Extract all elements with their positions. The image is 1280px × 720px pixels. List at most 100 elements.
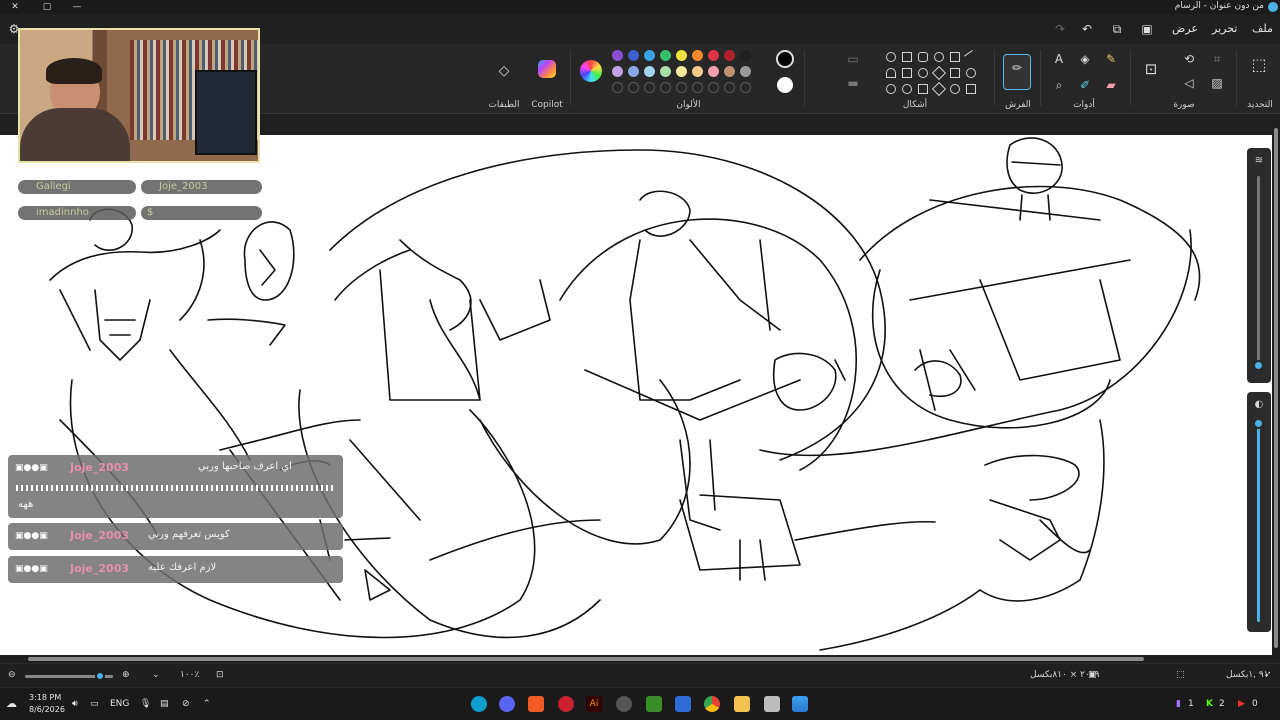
maximize-window-button[interactable]: ▢	[32, 0, 62, 14]
zoom-slider-knob[interactable]	[95, 671, 105, 681]
color-swatch[interactable]	[644, 66, 655, 77]
fill-icon[interactable]: ◈	[1076, 50, 1094, 68]
color-swatch[interactable]	[692, 66, 703, 77]
color-swatch[interactable]	[612, 50, 623, 61]
shape-star[interactable]	[966, 68, 976, 78]
terminal-icon[interactable]	[764, 696, 780, 712]
shape-triangle[interactable]	[966, 84, 976, 94]
pencil-icon[interactable]: ✎	[1102, 50, 1120, 68]
shape-circle[interactable]	[934, 52, 944, 62]
custom-color-slot[interactable]	[692, 82, 703, 93]
undo-icon[interactable]: ↶	[1079, 21, 1095, 37]
color-swatch[interactable]	[676, 50, 687, 61]
chrome-icon[interactable]	[704, 696, 720, 712]
color-picker-icon[interactable]: ✐	[1076, 76, 1094, 94]
brave-icon[interactable]	[528, 696, 544, 712]
color-swatch[interactable]	[708, 66, 719, 77]
color-swatch[interactable]	[708, 50, 719, 61]
flip-icon[interactable]: ◁	[1180, 74, 1198, 92]
file-explorer-icon[interactable]	[734, 696, 750, 712]
shape-polygon[interactable]	[950, 52, 960, 62]
shape-heart[interactable]	[902, 84, 912, 94]
menu-file[interactable]: ملف	[1252, 22, 1273, 35]
custom-color-slot[interactable]	[740, 82, 751, 93]
shape-lightning[interactable]	[918, 84, 928, 94]
brush-button[interactable]: ✏	[1003, 54, 1031, 90]
color-swatch[interactable]	[740, 50, 751, 61]
opera-icon[interactable]	[558, 696, 574, 712]
shape-hexagon[interactable]	[950, 68, 960, 78]
shape-rectangle[interactable]	[902, 52, 912, 62]
windows-start-icon[interactable]	[792, 696, 808, 712]
zoom-in-icon[interactable]: ⊕	[122, 670, 130, 680]
shapes-gallery[interactable]	[880, 48, 990, 97]
color-swatch[interactable]	[676, 66, 687, 77]
store-icon[interactable]	[675, 696, 691, 712]
copilot-icon[interactable]	[538, 60, 556, 78]
custom-color-slot[interactable]	[708, 82, 719, 93]
color-swatch[interactable]	[628, 50, 639, 61]
display-icon[interactable]: ▤	[160, 699, 169, 709]
microphone-icon[interactable]: 🎙︎	[140, 699, 151, 709]
color-swatch[interactable]	[660, 50, 671, 61]
minimize-window-button[interactable]: —	[62, 0, 92, 14]
custom-color-slot[interactable]	[644, 82, 655, 93]
shape-fill-icon[interactable]: ▬	[844, 74, 862, 92]
custom-color-slot[interactable]	[676, 82, 687, 93]
save-icon[interactable]: ▣	[1139, 21, 1155, 37]
shape-oval[interactable]	[886, 52, 896, 62]
shape-star-4[interactable]	[931, 81, 947, 97]
crop-icon[interactable]: ⌗	[1208, 50, 1226, 68]
rotate-icon[interactable]: ⟲	[1180, 50, 1198, 68]
vertical-scroll-thumb[interactable]	[1274, 128, 1278, 648]
opacity-slider[interactable]	[1257, 422, 1260, 622]
color-swatch[interactable]	[724, 66, 735, 77]
layers-icon[interactable]: ◇	[495, 62, 513, 80]
shape-arrow-right[interactable]	[902, 68, 912, 78]
minecraft-icon[interactable]	[646, 696, 662, 712]
primary-color-swatch[interactable]	[776, 50, 794, 68]
edit-colors-icon[interactable]	[580, 60, 602, 82]
color-swatch[interactable]	[692, 50, 703, 61]
custom-color-slot[interactable]	[612, 82, 623, 93]
tray-app-icon[interactable]: ⊘	[182, 699, 190, 709]
close-window-button[interactable]: ✕	[0, 0, 30, 14]
menu-view[interactable]: عرض	[1172, 22, 1198, 35]
custom-color-slot[interactable]	[660, 82, 671, 93]
shape-diamond[interactable]	[931, 65, 947, 81]
crop-select-icon[interactable]: ⊡	[1142, 60, 1160, 78]
color-swatch[interactable]	[660, 66, 671, 77]
brush-size-slider[interactable]	[1257, 176, 1260, 366]
zoom-dropdown-icon[interactable]: ⌄	[152, 670, 160, 680]
resize-icon[interactable]: ▨	[1208, 74, 1226, 92]
select-icon[interactable]: ⬚	[1250, 56, 1268, 74]
color-swatch[interactable]	[612, 66, 623, 77]
secondary-color-swatch[interactable]	[777, 77, 793, 93]
color-swatch[interactable]	[628, 66, 639, 77]
text-tool-icon[interactable]: A	[1050, 50, 1068, 68]
share-icon[interactable]: ⧉	[1109, 21, 1125, 37]
shape-callout[interactable]	[886, 84, 896, 94]
weather-icon[interactable]: ☁	[6, 697, 17, 710]
custom-color-slot[interactable]	[628, 82, 639, 93]
shape-line[interactable]	[964, 50, 978, 64]
custom-color-slot[interactable]	[724, 82, 735, 93]
language-indicator[interactable]: ENG	[110, 699, 129, 709]
fit-to-window-icon[interactable]: ⊡	[216, 670, 224, 680]
show-hidden-icons[interactable]: ⌃	[203, 699, 211, 709]
eraser-icon[interactable]: ▰	[1102, 76, 1120, 94]
color-swatch[interactable]	[644, 50, 655, 61]
magnifier-icon[interactable]: ⌕	[1050, 76, 1068, 94]
shape-cloud[interactable]	[950, 84, 960, 94]
illustrator-icon[interactable]: Ai	[586, 696, 602, 712]
network-icon[interactable]: ▭	[90, 699, 99, 709]
zoom-out-icon[interactable]: ⊖	[8, 670, 16, 680]
menu-edit[interactable]: تحرير	[1212, 22, 1237, 35]
shape-arrow-up[interactable]	[886, 68, 896, 78]
brush-size-knob[interactable]	[1253, 360, 1264, 371]
paint-taskbar-icon[interactable]	[471, 696, 487, 712]
color-swatch[interactable]	[724, 50, 735, 61]
color-swatch[interactable]	[740, 66, 751, 77]
shape-outline-icon[interactable]: ▭	[844, 50, 862, 68]
redo-icon[interactable]: ↷	[1052, 21, 1068, 37]
